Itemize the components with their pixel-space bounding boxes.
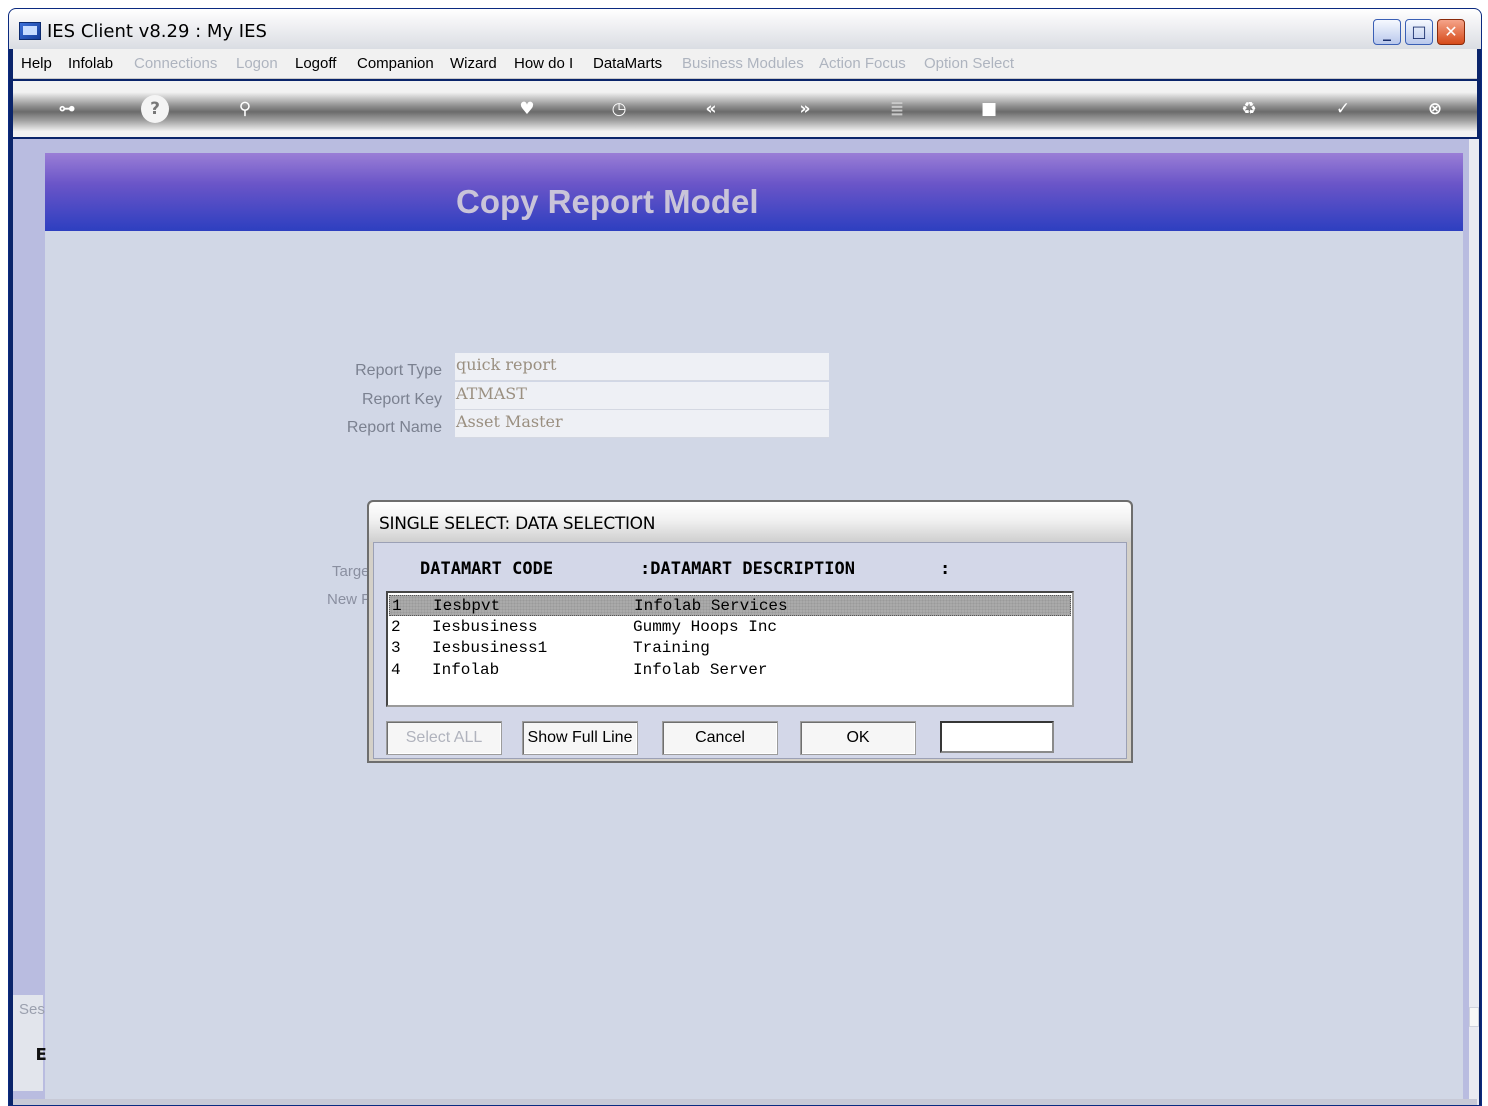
toolbar: ⊶ ? ⚲ ♥ ◷ « » ≣ ■ ♻ ✓ ⊗ — [13, 81, 1477, 137]
report-type-field[interactable]: quick report — [455, 353, 829, 381]
menu-action-focus[interactable]: Action Focus — [819, 55, 906, 72]
row-number: 3 — [391, 639, 401, 657]
menu-companion[interactable]: Companion — [357, 55, 434, 72]
window-title: IES Client v8.29 : My IES — [47, 21, 267, 42]
menu-how-do-i[interactable]: How do I — [514, 55, 573, 72]
menu-datamarts[interactable]: DataMarts — [593, 55, 662, 72]
heart-icon[interactable]: ♥ — [513, 95, 541, 123]
single-select-dialog: SINGLE SELECT: DATA SELECTION DATAMART C… — [367, 500, 1133, 763]
menu-help[interactable]: Help — [21, 55, 52, 72]
report-key-field[interactable]: ATMAST — [455, 382, 829, 410]
stack-icon[interactable]: ≣ — [883, 95, 911, 123]
row-code: Iesbusiness — [432, 618, 538, 636]
row-number: 4 — [391, 661, 401, 679]
menu-business-modules[interactable]: Business Modules — [682, 55, 804, 72]
check-icon[interactable]: ✓ — [1329, 95, 1357, 123]
row-number: 2 — [391, 618, 401, 636]
select-all-button[interactable]: Select ALL — [386, 721, 502, 755]
list-item[interactable]: 2 Iesbusiness Gummy Hoops Inc — [389, 617, 1071, 638]
key-icon[interactable]: ⊶ — [43, 95, 91, 123]
column-header-description: :DATAMART DESCRIPTION — [640, 559, 855, 579]
row-description: Training — [633, 639, 710, 657]
recycle-icon[interactable]: ♻ — [1235, 95, 1263, 123]
minimize-button[interactable]: _ — [1373, 19, 1401, 45]
dialog-title: SINGLE SELECT: DATA SELECTION — [379, 514, 656, 534]
square-icon[interactable]: ■ — [975, 95, 1003, 123]
title-bar[interactable]: IES Client v8.29 : My IES _ □ ✕ — [9, 9, 1481, 49]
row-number: 1 — [392, 597, 402, 615]
menu-wizard[interactable]: Wizard — [450, 55, 497, 72]
session-icon[interactable]: ᴇ — [35, 1041, 47, 1066]
close-button[interactable]: ✕ — [1437, 19, 1465, 45]
menu-infolab[interactable]: Infolab — [68, 55, 113, 72]
menu-option-select[interactable]: Option Select — [924, 55, 1014, 72]
page-title: Copy Report Model — [456, 183, 759, 220]
clock-icon[interactable]: ◷ — [605, 95, 633, 123]
dialog-body: DATAMART CODE :DATAMART DESCRIPTION : 1 … — [373, 542, 1127, 759]
session-label: Ses — [19, 1001, 45, 1018]
report-key-label: Report Key — [361, 391, 442, 408]
report-type-label: Report Type — [355, 362, 442, 379]
close-icon[interactable]: ⊗ — [1421, 95, 1449, 123]
scroll-thumb[interactable] — [1469, 1007, 1479, 1027]
app-icon — [19, 22, 41, 40]
column-header-trailer: : — [940, 559, 951, 579]
report-name-label: Report Name — [346, 419, 442, 436]
dialog-title-bar[interactable]: SINGLE SELECT: DATA SELECTION — [369, 502, 1131, 542]
menu-connections[interactable]: Connections — [134, 55, 217, 72]
row-description: Infolab Server — [633, 661, 768, 679]
search-icon[interactable]: ⚲ — [231, 95, 259, 123]
menu-logoff[interactable]: Logoff — [295, 55, 336, 72]
show-full-line-button[interactable]: Show Full Line — [522, 721, 638, 755]
maximize-button[interactable]: □ — [1405, 19, 1433, 45]
cancel-button[interactable]: Cancel — [662, 721, 778, 755]
row-description: Infolab Services — [634, 597, 788, 615]
row-description: Gummy Hoops Inc — [633, 618, 778, 636]
ok-button[interactable]: OK — [800, 721, 916, 755]
status-bar — [13, 1099, 1477, 1105]
row-code: Infolab — [432, 661, 500, 679]
menu-logon[interactable]: Logon — [236, 55, 278, 72]
rewind-icon[interactable]: « — [697, 95, 725, 123]
row-code: Iesbusiness1 — [432, 639, 548, 657]
vertical-scrollbar[interactable] — [1469, 139, 1479, 1105]
dialog-input[interactable] — [940, 721, 1054, 753]
forward-icon[interactable]: » — [791, 95, 819, 123]
datamart-list[interactable]: 1 Iesbpvt Infolab Services 2 Iesbusiness… — [386, 591, 1074, 707]
help-icon[interactable]: ? — [141, 95, 169, 123]
new-label: New F — [327, 591, 371, 608]
list-item[interactable]: 1 Iesbpvt Infolab Services — [389, 595, 1071, 616]
list-item[interactable]: 4 Infolab Infolab Server — [389, 660, 1071, 681]
header-band: Copy Report Model — [45, 153, 1463, 231]
target-label: Targe — [332, 563, 370, 580]
report-name-field[interactable]: Asset Master — [455, 410, 829, 438]
list-item[interactable]: 3 Iesbusiness1 Training — [389, 638, 1071, 659]
row-code: Iesbpvt — [433, 597, 501, 615]
menu-bar: Help Infolab Connections Logon Logoff Co… — [13, 49, 1477, 79]
column-header-code: DATAMART CODE — [420, 559, 554, 579]
